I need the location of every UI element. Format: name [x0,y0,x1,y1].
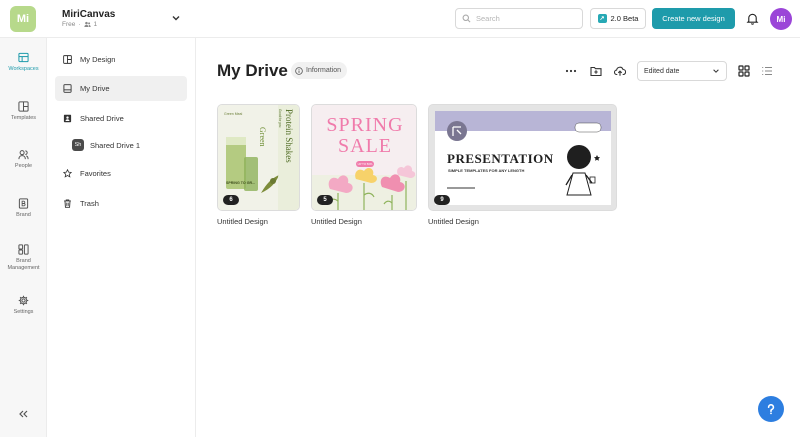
nav-item-trash[interactable]: Trash [55,191,187,216]
page-title: My Drive [217,61,288,80]
search-icon [462,14,471,23]
design-title[interactable]: Untitled Design [217,217,300,226]
info-icon [295,66,303,75]
cloud-upload-icon [614,66,626,76]
design-thumbnail[interactable]: PRESENTATION SIMPLE TEMPLATES FOR ANY LE… [428,104,617,211]
thumbnail-subtitle: Good for you [278,109,282,128]
members-icon [83,21,91,27]
design-card[interactable]: PRESENTATION SIMPLE TEMPLATES FOR ANY LE… [428,104,617,226]
page-count-badge: 9 [434,195,450,205]
thumbnail-badge: UP TO 50% [356,161,374,167]
design-title[interactable]: Untitled Design [311,217,417,226]
thumbnail-subheading: SIMPLE TEMPLATES FOR ANY LENGTH [448,168,525,173]
new-folder-button[interactable] [588,63,604,79]
page-count-badge: 6 [223,195,239,205]
nav-label: My Design [80,55,116,64]
chevron-down-icon[interactable] [171,13,181,23]
question-icon [767,404,775,415]
rail-item-brand-management[interactable]: Brand Management [0,244,47,272]
list-view-button[interactable] [759,63,775,79]
design-thumbnail[interactable]: Green Meal Green Protein Shakes Good for… [217,104,300,211]
layout-icon [63,55,72,64]
nav-label: Shared Drive 1 [90,140,141,150]
more-icon [565,69,577,73]
info-label: Information [306,67,342,74]
rail-item-workspaces[interactable]: Workspaces [0,52,47,73]
rail-label: Workspaces [8,66,39,72]
workspace-plan: Free · 1 [62,21,98,28]
list-icon [762,66,772,76]
rail-label: People [14,163,33,169]
design-card[interactable]: SPRING SALE UP TO 50% 5 Untitled Design [311,104,417,226]
gear-icon [18,295,29,306]
design-title[interactable]: Untitled Design [428,217,617,226]
user-avatar[interactable]: Mi [770,8,792,30]
page-count-badge: 5 [317,195,333,205]
rail-item-brand[interactable]: Brand [0,198,47,219]
nav-item-my-drive[interactable]: My Drive [55,76,187,101]
drive-panel: My Design My Drive Shared Drive Sh Share… [47,38,196,437]
workspace-name[interactable]: MiriCanvas [62,9,115,20]
sort-label: Edited date [644,67,680,75]
help-button[interactable] [758,396,784,422]
nav-item-shared-drive[interactable]: Shared Drive [55,106,187,131]
beta-label: 2.0 Beta [610,14,639,23]
drive-icon [63,84,72,93]
nav-label: Trash [80,199,99,208]
workspaces-icon [18,52,29,63]
rail-label: Settings [13,309,34,315]
thumbnail-brand: Green Meal [224,112,243,116]
thumbnail-caption: SPRING TO GR... [226,181,256,185]
grid-icon [738,65,750,77]
app-root: Mi MiriCanvas Free · 1 ↗ 2.0 Beta Create… [0,0,800,437]
rail-label: Templates [10,115,37,121]
nav-item-shared-drive-1[interactable]: Sh Shared Drive 1 [72,135,187,155]
rail-label: Brand [16,212,31,218]
thumbnail-line2: SALE [338,135,392,157]
templates-icon [18,101,29,112]
rail-item-settings[interactable]: Settings [0,295,47,316]
rail-label: Brand Management [7,258,40,271]
trash-icon [64,199,71,208]
search-input[interactable] [476,14,576,23]
plan-label: Free [62,21,76,28]
top-bar: Mi MiriCanvas Free · 1 ↗ 2.0 Beta Create… [0,0,800,38]
upload-button[interactable] [612,63,628,79]
member-count: 1 [93,21,98,28]
design-thumbnail[interactable]: SPRING SALE UP TO 50% 5 [311,104,417,211]
chevron-down-icon [713,69,719,73]
thumbnail-vertical-title: Protein Shakes [284,109,294,163]
shared-drive-icon [63,114,72,123]
information-button[interactable]: Information [291,62,348,79]
new-folder-icon [590,66,602,77]
rail-item-people[interactable]: People [0,149,47,170]
left-rail: Workspaces Templates People Brand Brand … [0,38,47,437]
create-new-design-button[interactable]: Create new design [652,8,735,29]
bell-icon[interactable] [746,12,759,25]
beta-icon: ↗ [597,14,607,23]
shared-drive-badge: Sh [72,139,84,151]
thumbnail-heading: PRESENTATION [447,151,554,166]
more-options-button[interactable] [563,63,579,79]
people-icon [18,150,29,160]
brand-icon [18,198,29,209]
nav-item-my-design[interactable]: My Design [55,47,187,72]
star-icon [63,169,72,178]
workspace-avatar[interactable]: Mi [10,6,36,32]
design-card[interactable]: Green Meal Green Protein Shakes Good for… [217,104,300,226]
grid-view-button[interactable] [736,63,752,79]
rail-item-templates[interactable]: Templates [0,101,47,122]
nav-item-favorites[interactable]: Favorites [55,161,187,186]
thumbnail-line1: SPRING [326,114,404,136]
nav-label: Shared Drive [80,114,124,123]
sort-dropdown[interactable]: Edited date [637,61,727,81]
brand-management-icon [18,244,29,255]
collapse-sidebar-icon[interactable] [16,407,30,421]
nav-label: My Drive [80,84,110,93]
thumbnail-word: Green [258,127,267,147]
beta-button[interactable]: ↗ 2.0 Beta [590,8,646,29]
search-box[interactable] [455,8,583,29]
nav-label: Favorites [80,169,111,178]
